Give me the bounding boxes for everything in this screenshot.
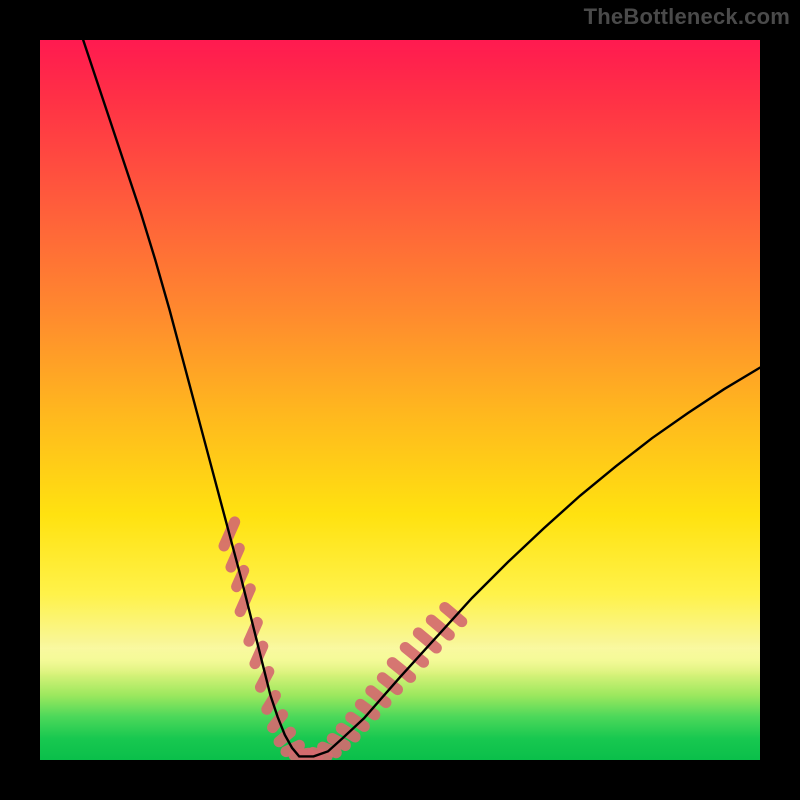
bottleneck-curve	[83, 40, 760, 756]
marker-group	[217, 515, 470, 760]
plot-area	[40, 40, 760, 760]
chart-frame: TheBottleneck.com	[0, 0, 800, 800]
curve-layer	[40, 40, 760, 760]
watermark-text: TheBottleneck.com	[584, 4, 790, 30]
